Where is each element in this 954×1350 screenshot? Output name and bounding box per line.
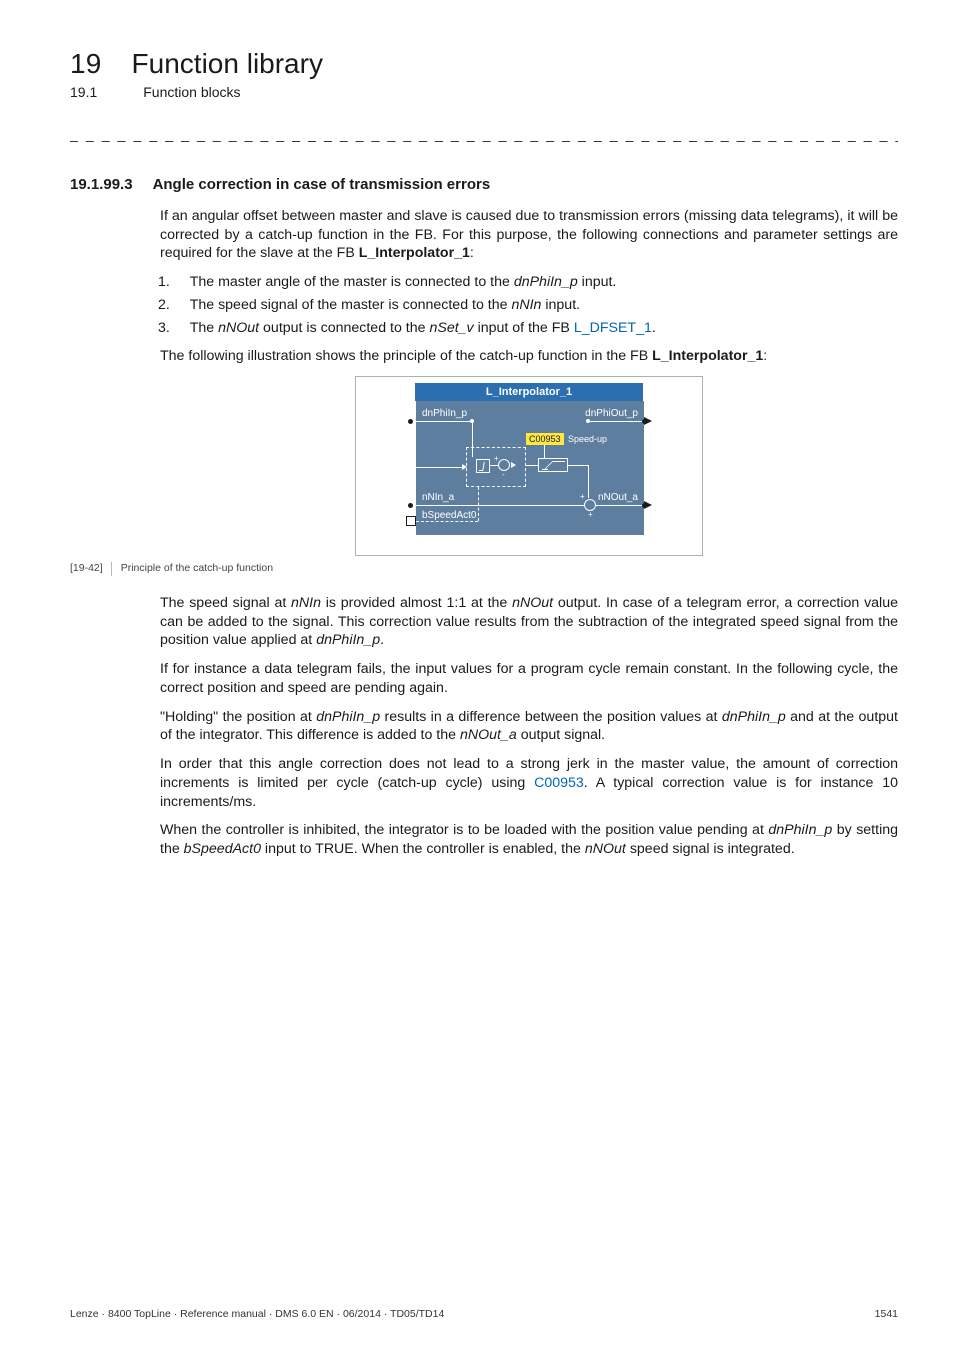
text: When the controller is inhibited, the in… [160, 822, 768, 838]
text: The speed signal at [160, 595, 291, 611]
signal-line [526, 465, 538, 466]
signal-line [490, 465, 498, 466]
dashed-group [466, 447, 526, 487]
text: input of the FB [474, 320, 574, 336]
signal-name: nNOut [512, 595, 553, 611]
fb-link[interactable]: L_DFSET_1 [574, 320, 652, 336]
chapter-title: Function library [132, 48, 323, 80]
body-paragraph: In order that this angle correction does… [160, 755, 898, 811]
port-label-dnPhiOut: dnPhiOut_p [585, 407, 638, 420]
signal-name: nNIn [291, 595, 321, 611]
caption-tag: [19-42] [70, 562, 103, 576]
signal-name: dnPhiIn_p [768, 822, 832, 838]
text: "Holding" the position at [160, 709, 316, 725]
list-number: 2. [172, 296, 186, 315]
text: The speed signal of the master is connec… [190, 297, 512, 313]
subsection-title: Angle correction in case of transmission… [153, 176, 491, 193]
text: input. [541, 297, 580, 313]
text: : [763, 348, 767, 364]
minus-sign: - [502, 471, 505, 479]
param-label: Speed-up [568, 434, 607, 446]
figure-caption: [19-42] Principle of the catch-up functi… [70, 562, 898, 576]
signal-name: nSet_v [429, 320, 473, 336]
signal-name: nNOut [585, 841, 626, 857]
signal-name: nNOut [218, 320, 259, 336]
body-paragraph: If for instance a data telegram fails, t… [160, 660, 898, 697]
text: speed signal is integrated. [626, 841, 795, 857]
body-paragraph: The speed signal at nNIn is provided alm… [160, 594, 898, 650]
integrator-block [476, 459, 490, 473]
caption-divider [111, 562, 113, 576]
text: The [190, 320, 218, 336]
signal-line [588, 465, 589, 498]
lead-paragraph: The following illustration shows the pri… [160, 347, 898, 366]
plus-sign: + [494, 455, 499, 463]
text: : [470, 245, 474, 261]
caption-text: Principle of the catch-up function [121, 562, 273, 576]
text: If an angular offset between master and … [160, 208, 898, 261]
text: input to TRUE. When the controller is en… [261, 841, 585, 857]
section-number: 19.1 [70, 84, 97, 100]
list-number: 3. [172, 319, 186, 338]
body-paragraph: "Holding" the position at dnPhiIn_p resu… [160, 708, 898, 745]
list-number: 1. [172, 273, 186, 292]
signal-name: bSpeedAct0 [184, 841, 261, 857]
intro-paragraph: If an angular offset between master and … [160, 207, 898, 263]
text: is provided almost 1:1 at the [321, 595, 512, 611]
param-code-badge: C00953 [526, 433, 564, 445]
signal-name: dnPhiIn_p [722, 709, 786, 725]
section-title: Function blocks [143, 84, 240, 100]
list-item: 2. The speed signal of the master is con… [172, 296, 898, 315]
port-label-dnPhiIn: dnPhiIn_p [422, 407, 467, 420]
text: results in a difference between the posi… [380, 709, 722, 725]
signal-line [416, 467, 466, 468]
port-label-nNIn: nNIn_a [422, 491, 454, 504]
node-dot [586, 419, 590, 423]
signal-line-dashed [416, 521, 478, 522]
fb-name: L_Interpolator_1 [652, 348, 763, 364]
text: . [380, 632, 384, 648]
plus-sign: + [588, 511, 593, 519]
text: output is connected to the [259, 320, 429, 336]
fb-name: L_Interpolator_1 [359, 245, 470, 261]
subsection-number: 19.1.99.3 [70, 176, 133, 193]
signal-line [588, 421, 644, 422]
diagram-figure: L_Interpolator_1 dnPhiIn_p dnPhiOut_p C0… [355, 376, 703, 556]
signal-line [596, 505, 644, 506]
signal-name: nNIn [511, 297, 541, 313]
signal-name: dnPhiIn_p [316, 709, 380, 725]
separator-dashes: _ _ _ _ _ _ _ _ _ _ _ _ _ _ _ _ _ _ _ _ … [70, 126, 898, 142]
signal-line-dashed [478, 487, 479, 521]
signal-line [416, 421, 472, 422]
footer-page-number: 1541 [875, 1308, 898, 1320]
limiter-block [538, 458, 568, 472]
signal-name: nNOut_a [460, 727, 517, 743]
param-link[interactable]: C00953 [534, 775, 584, 791]
signal-name: dnPhiIn_p [514, 274, 578, 290]
signal-line [416, 505, 584, 506]
diagram-title: L_Interpolator_1 [415, 383, 643, 401]
text: . [652, 320, 656, 336]
steps-list: 1. The master angle of the master is con… [160, 273, 898, 337]
chapter-number: 19 [70, 48, 102, 80]
list-item: 3. The nNOut output is connected to the … [172, 319, 898, 338]
diagram-body: dnPhiIn_p dnPhiOut_p C00953 Speed-up [416, 401, 644, 535]
text: The following illustration shows the pri… [160, 348, 652, 364]
text: input. [578, 274, 617, 290]
list-item: 1. The master angle of the master is con… [172, 273, 898, 292]
signal-line [544, 445, 545, 458]
signal-line [568, 465, 588, 466]
plus-sign: + [580, 493, 585, 501]
bool-port-box [406, 516, 416, 526]
signal-name: dnPhiIn_p [316, 632, 380, 648]
footer-left: Lenze · 8400 TopLine · Reference manual … [70, 1308, 444, 1320]
signal-line [472, 421, 473, 457]
body-paragraph: When the controller is inhibited, the in… [160, 821, 898, 858]
arrow-icon [462, 464, 467, 470]
port-label-nNOut: nNOut_a [598, 491, 638, 504]
arrow-icon [511, 462, 516, 468]
text: output signal. [517, 727, 605, 743]
text: The master angle of the master is connec… [190, 274, 514, 290]
